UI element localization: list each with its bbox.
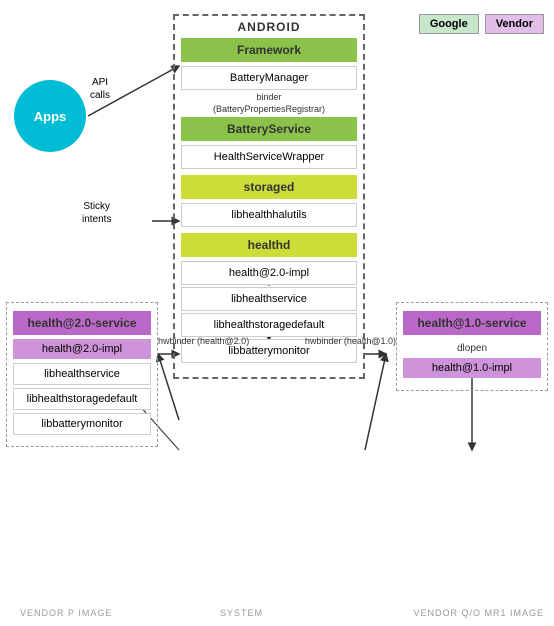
dlopen-label: dlopen	[397, 339, 547, 358]
bottom-vendor-p-label: VENDOR P IMAGE	[20, 608, 112, 618]
bottom-vendor-q-label: VENDOR Q/O MR1 IMAGE	[413, 608, 544, 618]
health-10-service-header: health@1.0-service	[403, 311, 541, 335]
binder-label: binder(BatteryPropertiesRegistrar)	[175, 92, 363, 115]
bottom-system-label: SYSTEM	[220, 608, 263, 618]
apps-circle: Apps	[14, 80, 86, 152]
vendor-p-item-1: libhealthstoragedefault	[13, 388, 151, 410]
health-20-impl-box: health@2.0-impl	[13, 339, 151, 359]
sticky-intents-label: Stickyintents	[82, 200, 111, 226]
storaged-header: storaged	[181, 175, 357, 199]
battery-service-header: BatteryService	[181, 117, 357, 141]
api-calls-label: APIcalls	[90, 76, 110, 102]
android-title: ANDROID	[175, 16, 363, 38]
battery-manager-box: BatteryManager	[181, 66, 357, 90]
libhealthhalutils-box: libhealthhalutils	[181, 203, 357, 227]
vendor-p-item-0: libhealthservice	[13, 363, 151, 385]
hwbinder-left-label: hwbinder (health@2.0)	[158, 336, 249, 346]
healthd-item-1: libhealthservice	[181, 287, 357, 311]
healthd-header: healthd	[181, 233, 357, 257]
health-10-impl-box: health@1.0-impl	[403, 358, 541, 378]
vendor-p-title	[7, 303, 157, 311]
hwbinder-right-label: hwbinder (health@1.0)	[305, 336, 396, 346]
vendor-q-box: health@1.0-service dlopen health@1.0-imp…	[396, 302, 548, 391]
vendor-q-title	[397, 303, 547, 311]
healthd-item-2: libhealthstoragedefault	[181, 313, 357, 337]
vendor-label: Vendor	[485, 14, 544, 34]
healthd-item-0: health@2.0-impl	[181, 261, 357, 285]
health-service-wrapper-box: HealthServiceWrapper	[181, 145, 357, 169]
android-box: ANDROID Framework BatteryManager binder(…	[173, 14, 365, 379]
vendor-p-item-2: libbatterymonitor	[13, 413, 151, 435]
apps-label: Apps	[34, 109, 67, 124]
framework-header: Framework	[181, 38, 357, 62]
google-label: Google	[419, 14, 479, 34]
vendor-p-box: health@2.0-service health@2.0-impl libhe…	[6, 302, 158, 447]
health-20-service-header: health@2.0-service	[13, 311, 151, 335]
top-labels: Google Vendor	[419, 14, 544, 34]
diagram-container: Google Vendor Apps APIcalls Stickyintent…	[0, 0, 554, 626]
